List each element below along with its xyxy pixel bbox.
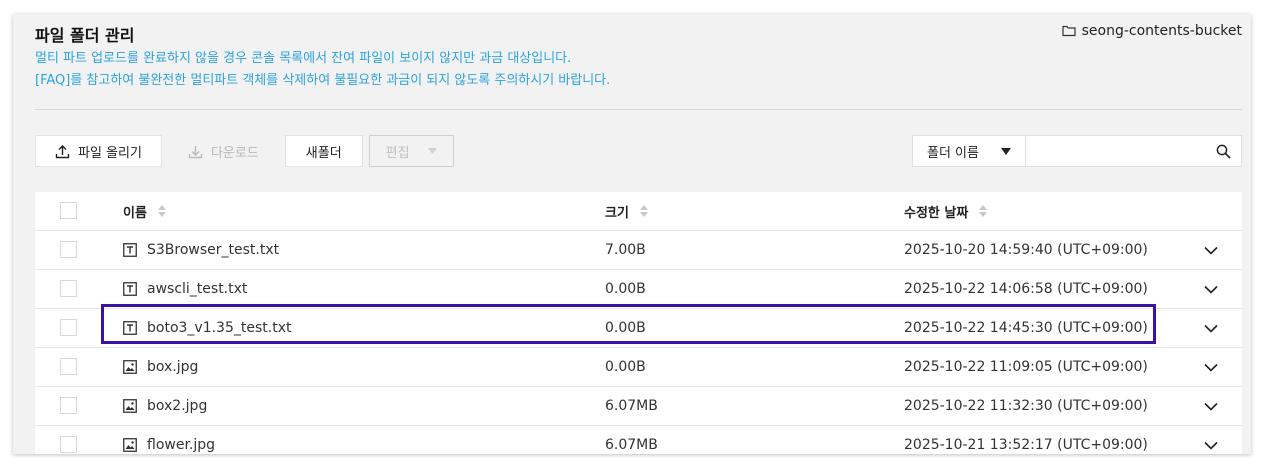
edit-dropdown-button[interactable]: 편집: [368, 135, 454, 167]
file-modified: 2025-10-22 14:45:30 (UTC+09:00): [904, 320, 1148, 336]
bucket-indicator: seong-contents-bucket: [1061, 23, 1242, 39]
caret-down-icon: [1001, 147, 1011, 155]
expand-button[interactable]: [1201, 309, 1221, 347]
bucket-name: seong-contents-bucket: [1081, 23, 1242, 39]
sort-icon: [157, 205, 166, 217]
image-file-icon: [123, 399, 137, 413]
chevron-down-icon: [1204, 246, 1218, 255]
chevron-down-icon: [1204, 441, 1218, 450]
text-file-icon: [123, 282, 137, 296]
column-header-modified[interactable]: 수정한 날짜: [904, 192, 988, 230]
download-icon: [188, 145, 203, 158]
new-folder-button[interactable]: 새폴더: [284, 135, 363, 167]
search-input[interactable]: [1034, 137, 1218, 167]
file-name[interactable]: boto3_v1.35_test.txt: [147, 320, 291, 336]
search-field-select[interactable]: 폴더 이름: [912, 135, 1026, 167]
table-row[interactable]: S3Browser_test.txt 7.00B 2025-10-20 14:5…: [35, 231, 1242, 270]
expand-button[interactable]: [1201, 231, 1221, 269]
search-bar: 폴더 이름: [912, 135, 1242, 167]
file-size: 6.07MB: [605, 398, 658, 414]
chevron-down-icon: [1204, 285, 1218, 294]
file-modified: 2025-10-22 11:32:30 (UTC+09:00): [904, 398, 1148, 414]
file-name[interactable]: S3Browser_test.txt: [147, 242, 279, 258]
notice-line-2[interactable]: [FAQ]를 참고하여 불완전한 멀티파트 객체를 삭제하여 불필요한 과금이 …: [35, 69, 610, 88]
table-row[interactable]: boto3_v1.35_test.txt 0.00B 2025-10-22 14…: [35, 309, 1242, 348]
row-checkbox[interactable]: [60, 280, 77, 297]
file-name[interactable]: box2.jpg: [147, 398, 207, 414]
file-table: 이름 크기 수정한 날짜 S3Browser_test.txt 7.00B 20…: [35, 192, 1242, 454]
expand-button[interactable]: [1201, 348, 1221, 386]
text-file-icon: [123, 243, 137, 257]
table-row[interactable]: awscli_test.txt 0.00B 2025-10-22 14:06:5…: [35, 270, 1242, 309]
file-size: 0.00B: [605, 359, 646, 375]
select-all-checkbox[interactable]: [60, 202, 77, 219]
file-modified: 2025-10-22 11:09:05 (UTC+09:00): [904, 359, 1148, 375]
sort-icon: [639, 205, 648, 217]
row-checkbox[interactable]: [60, 436, 77, 453]
file-name[interactable]: awscli_test.txt: [147, 281, 247, 297]
table-row[interactable]: box2.jpg 6.07MB 2025-10-22 11:32:30 (UTC…: [35, 387, 1242, 426]
text-file-icon: [123, 321, 137, 335]
toolbar: 파일 올리기 다운로드 새폴더 편집: [35, 135, 454, 167]
folder-icon: [1061, 25, 1076, 37]
table-row[interactable]: flower.jpg 6.07MB 2025-10-21 13:52:17 (U…: [35, 426, 1242, 454]
expand-button[interactable]: [1201, 387, 1221, 425]
column-header-name[interactable]: 이름: [123, 192, 167, 230]
notice-line-1: 멀티 파트 업로드를 완료하지 않을 경우 콘솔 목록에서 잔여 파일이 보이지…: [35, 51, 572, 66]
image-file-icon: [123, 438, 137, 452]
chevron-down-icon: [1204, 402, 1218, 411]
search-input-wrap: [1026, 135, 1242, 167]
file-size: 0.00B: [605, 320, 646, 336]
file-modified: 2025-10-21 13:52:17 (UTC+09:00): [904, 437, 1148, 453]
file-modified: 2025-10-20 14:59:40 (UTC+09:00): [904, 242, 1148, 258]
table-row[interactable]: box.jpg 0.00B 2025-10-22 11:09:05 (UTC+0…: [35, 348, 1242, 387]
row-checkbox[interactable]: [60, 358, 77, 375]
upload-button[interactable]: 파일 올리기: [35, 135, 162, 167]
search-icon[interactable]: [1216, 144, 1231, 159]
upload-icon: [55, 144, 70, 158]
expand-button[interactable]: [1201, 270, 1221, 308]
file-name[interactable]: box.jpg: [147, 359, 198, 375]
file-name[interactable]: flower.jpg: [147, 437, 215, 453]
image-file-icon: [123, 360, 137, 374]
row-checkbox[interactable]: [60, 241, 77, 258]
sort-icon: [979, 205, 988, 217]
column-header-size[interactable]: 크기: [605, 192, 649, 230]
expand-button[interactable]: [1201, 426, 1221, 454]
page-title: 파일 폴더 관리: [35, 26, 135, 45]
row-checkbox[interactable]: [60, 397, 77, 414]
file-size: 0.00B: [605, 281, 646, 297]
file-size: 7.00B: [605, 242, 646, 258]
file-folder-panel: 파일 폴더 관리 seong-contents-bucket 멀티 파트 업로드…: [13, 14, 1251, 454]
download-button[interactable]: 다운로드: [167, 135, 279, 167]
file-modified: 2025-10-22 14:06:58 (UTC+09:00): [904, 281, 1148, 297]
file-size: 6.07MB: [605, 437, 658, 453]
chevron-down-icon: [1204, 324, 1218, 333]
chevron-down-icon: [1204, 363, 1218, 372]
divider: [35, 109, 1242, 110]
row-checkbox[interactable]: [60, 319, 77, 336]
caret-down-icon: [427, 148, 437, 154]
table-header: 이름 크기 수정한 날짜: [35, 192, 1242, 231]
